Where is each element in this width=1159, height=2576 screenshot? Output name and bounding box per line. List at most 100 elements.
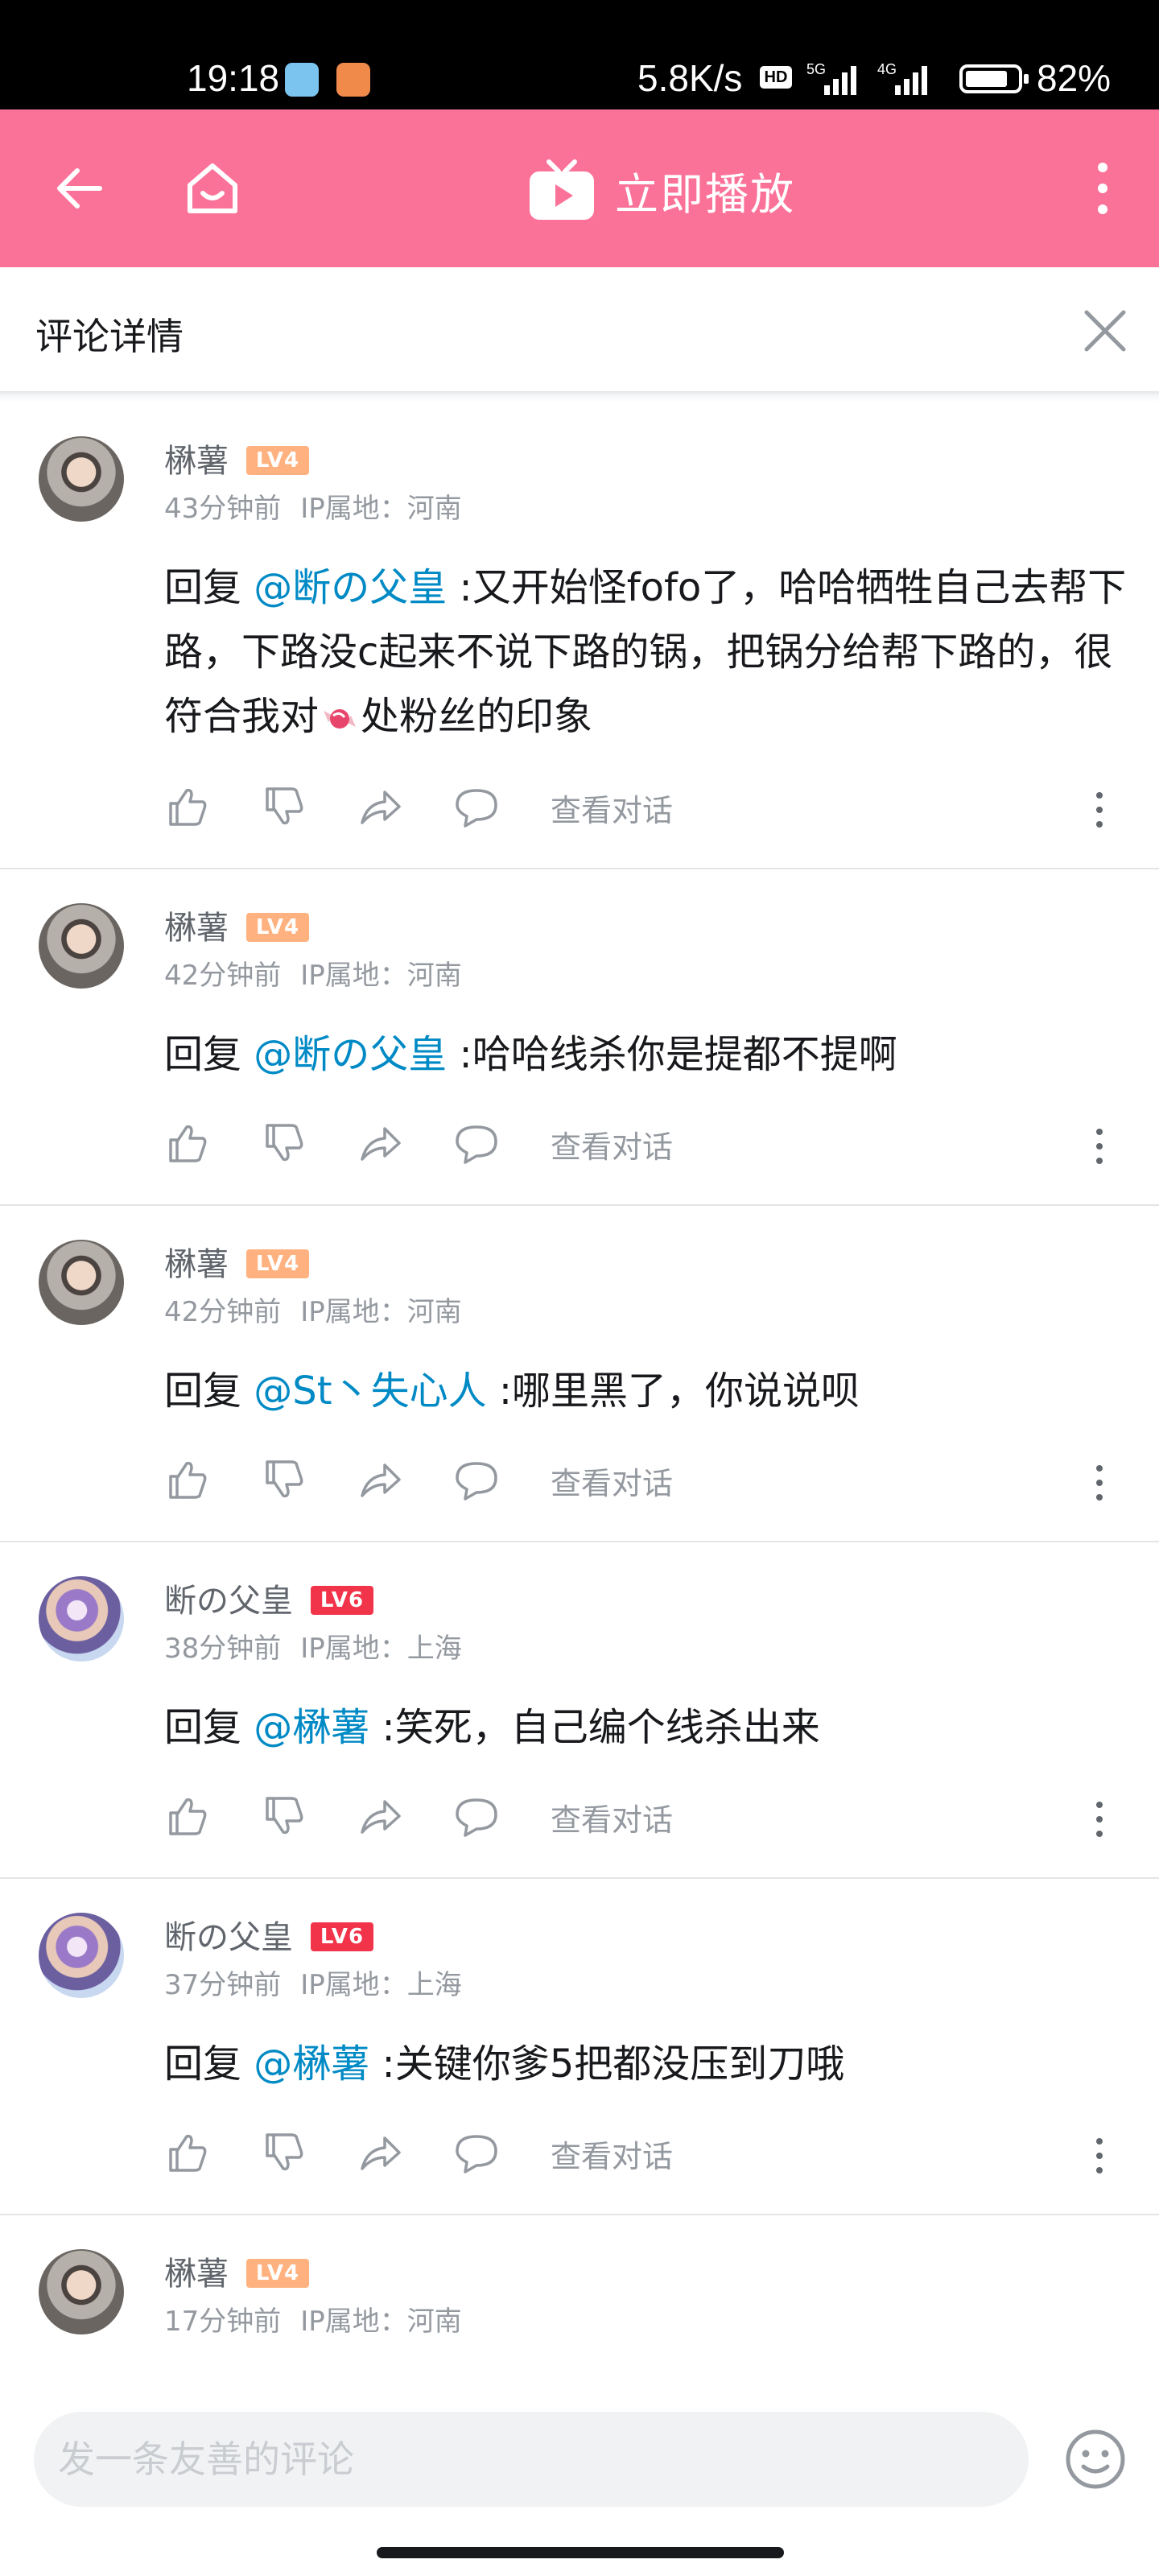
battery-percent: 82% <box>1037 57 1112 99</box>
mention-link[interactable]: @楙薯 <box>254 2041 369 2087</box>
reply-bubble-icon[interactable] <box>454 1457 499 1502</box>
play-now-button[interactable]: 立即播放 <box>528 158 795 222</box>
avatar[interactable] <box>39 1240 124 1325</box>
share-icon[interactable] <box>357 784 402 829</box>
comment-content[interactable]: 回复 @楙薯 :笑死，自己编个线杀出来 <box>164 1695 1130 1760</box>
username[interactable]: 楙薯 LV4 <box>164 2248 309 2294</box>
dislike-icon[interactable] <box>261 1457 306 1502</box>
mention-link[interactable]: @断の父皇 <box>254 565 447 610</box>
comment-meta: 17分钟前 IP属地：河南 <box>164 2299 462 2339</box>
comment-actions: 查看对话 <box>164 1794 1130 1845</box>
dislike-icon[interactable] <box>261 1121 306 1166</box>
close-icon[interactable] <box>1082 308 1128 354</box>
comment-time: 37分钟前 <box>164 1969 282 2001</box>
level-badge: LV6 <box>311 1586 373 1615</box>
signal-bars-icon <box>824 63 856 95</box>
mention-link[interactable]: @断の父皇 <box>254 1032 447 1077</box>
comment-time: 17分钟前 <box>164 2306 282 2338</box>
more-vertical-icon[interactable] <box>1090 1797 1109 1842</box>
comment-item: 楙薯 LV4 42分钟前 IP属地：河南 回复 @断の父皇 :哈哈线杀你是提都不提啊… <box>0 869 1159 1206</box>
comment-actions: 查看对话 <box>164 784 1130 836</box>
top-nav-bar: 立即播放 <box>0 109 1159 267</box>
reply-bubble-icon[interactable] <box>454 1121 499 1166</box>
mention-link[interactable]: @St丶失心人 <box>254 1368 486 1414</box>
comment-actions: 查看对话 <box>164 1121 1130 1172</box>
battery-icon <box>959 64 1029 93</box>
avatar[interactable] <box>39 903 124 989</box>
more-vertical-icon[interactable] <box>1090 1124 1109 1169</box>
view-conversation-link[interactable]: 查看对话 <box>551 1459 673 1503</box>
reply-bubble-icon[interactable] <box>454 2130 499 2175</box>
reply-bubble-icon[interactable] <box>454 1794 499 1839</box>
like-icon[interactable] <box>164 1794 209 1839</box>
comment-list[interactable]: 楙薯 LV4 43分钟前 IP属地：河南 回复 @断の父皇 :又开始怪fofo了，哈… <box>0 402 1159 2388</box>
avatar[interactable] <box>39 1913 124 1998</box>
tv-play-icon <box>530 159 594 220</box>
reply-bubble-icon[interactable] <box>454 784 499 829</box>
comment-meta: 42分钟前 IP属地：河南 <box>164 953 462 993</box>
back-arrow-icon[interactable] <box>50 159 108 217</box>
dislike-icon[interactable] <box>261 2130 306 2175</box>
more-vertical-icon[interactable] <box>1090 1460 1109 1505</box>
comment-content[interactable]: 回复 @St丶失心人 :哪里黑了，你说说呗 <box>164 1359 1130 1423</box>
level-badge: LV4 <box>246 913 309 942</box>
dislike-icon[interactable] <box>261 1794 306 1839</box>
comment-item: 楙薯 LV4 42分钟前 IP属地：河南 回复 @St丶失心人 :哪里黑了，你说说呗… <box>0 1206 1159 1542</box>
username[interactable]: 断の父皇 LV6 <box>164 1575 373 1621</box>
home-indicator[interactable] <box>377 2547 784 2558</box>
notification-app-icon <box>285 63 319 97</box>
username[interactable]: 断の父皇 LV6 <box>164 1911 373 1958</box>
home-icon[interactable] <box>180 156 245 221</box>
username[interactable]: 楙薯 LV4 <box>164 902 309 948</box>
notification-app-icon-2 <box>336 63 370 97</box>
comment-actions: 查看对话 <box>164 2130 1130 2182</box>
more-vertical-icon[interactable] <box>1090 2133 1109 2178</box>
emoji-icon[interactable] <box>1059 2423 1132 2496</box>
avatar[interactable] <box>39 1576 124 1662</box>
comment-meta: 43分钟前 IP属地：河南 <box>164 486 462 526</box>
header-divider <box>0 391 1159 402</box>
comment-time: 43分钟前 <box>164 493 282 525</box>
share-icon[interactable] <box>357 2130 402 2175</box>
comment-content[interactable]: 回复 @断の父皇 :哈哈线杀你是提都不提啊 <box>164 1022 1130 1087</box>
ip-location: IP属地：河南 <box>300 1296 462 1328</box>
comment-content[interactable]: 回复 @楙薯 :关键你爹5把都没压到刀哦 <box>164 2032 1130 2096</box>
dislike-icon[interactable] <box>261 784 306 829</box>
level-badge: LV4 <box>246 446 309 475</box>
like-icon[interactable] <box>164 784 209 829</box>
view-conversation-link[interactable]: 查看对话 <box>551 786 673 830</box>
network-type-5g: 5G <box>806 61 827 77</box>
level-badge: LV4 <box>246 1249 309 1278</box>
comment-meta: 38分钟前 IP属地：上海 <box>164 1626 462 1666</box>
view-conversation-link[interactable]: 查看对话 <box>551 1795 673 1839</box>
like-icon[interactable] <box>164 1121 209 1166</box>
view-conversation-link[interactable]: 查看对话 <box>551 1122 673 1166</box>
level-badge: LV4 <box>246 2259 309 2288</box>
avatar[interactable] <box>39 2249 124 2334</box>
share-icon[interactable] <box>357 1794 402 1839</box>
like-icon[interactable] <box>164 2130 209 2175</box>
comment-content[interactable]: 回复 @断の父皇 :又开始怪fofo了，哈哈牺牲自己去帮下路，下路没c起来不说下… <box>164 555 1130 749</box>
comment-time: 42分钟前 <box>164 960 282 992</box>
comment-meta: 37分钟前 IP属地：上海 <box>164 1963 462 2002</box>
status-time: 19:18 <box>187 57 280 99</box>
avatar[interactable] <box>39 436 124 522</box>
level-badge: LV6 <box>311 1922 373 1951</box>
network-type-4g: 4G <box>877 61 897 77</box>
ip-location: IP属地：河南 <box>300 960 462 992</box>
page-title: 评论详情 <box>35 315 184 358</box>
view-conversation-link[interactable]: 查看对话 <box>551 2132 673 2176</box>
more-vertical-icon[interactable] <box>1083 159 1122 217</box>
comment-input[interactable] <box>34 2412 1029 2507</box>
like-icon[interactable] <box>164 1457 209 1502</box>
play-now-label: 立即播放 <box>615 168 795 220</box>
username[interactable]: 楙薯 LV4 <box>164 435 309 481</box>
share-icon[interactable] <box>357 1121 402 1166</box>
username[interactable]: 楙薯 LV4 <box>164 1238 309 1285</box>
more-vertical-icon[interactable] <box>1090 787 1109 832</box>
ip-location: IP属地：河南 <box>300 2306 462 2338</box>
mention-link[interactable]: @楙薯 <box>254 1705 369 1750</box>
comment-input-bar <box>0 2355 1159 2576</box>
share-icon[interactable] <box>357 1457 402 1502</box>
signal-bars-icon-2 <box>895 63 927 95</box>
